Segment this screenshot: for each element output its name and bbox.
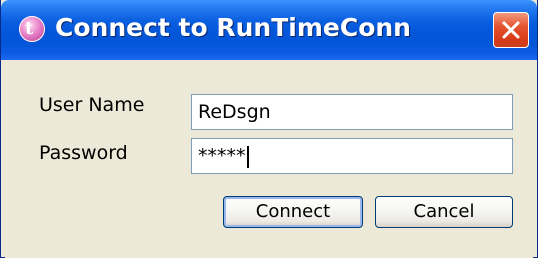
password-label: Password [39,142,128,164]
username-label: User Name [39,94,145,116]
connect-button[interactable]: Connect [223,196,363,228]
dialog-title: Connect to RunTimeConn [55,13,411,42]
runtime-app-icon[interactable]: t [19,16,45,42]
password-value: ***** [198,145,246,167]
password-field[interactable]: ***** [191,138,513,174]
connect-dialog: t Connect to RunTimeConn User Name ReDsg… [0,0,538,258]
close-button[interactable] [493,12,529,48]
dialog-body: User Name ReDsgn Password ***** Connect … [5,60,533,258]
username-field[interactable]: ReDsgn [191,94,513,130]
text-caret [246,145,249,168]
close-icon [502,21,520,39]
cancel-button[interactable]: Cancel [375,196,513,228]
username-value: ReDsgn [198,101,271,123]
title-bar[interactable]: t Connect to RunTimeConn [1,0,537,60]
